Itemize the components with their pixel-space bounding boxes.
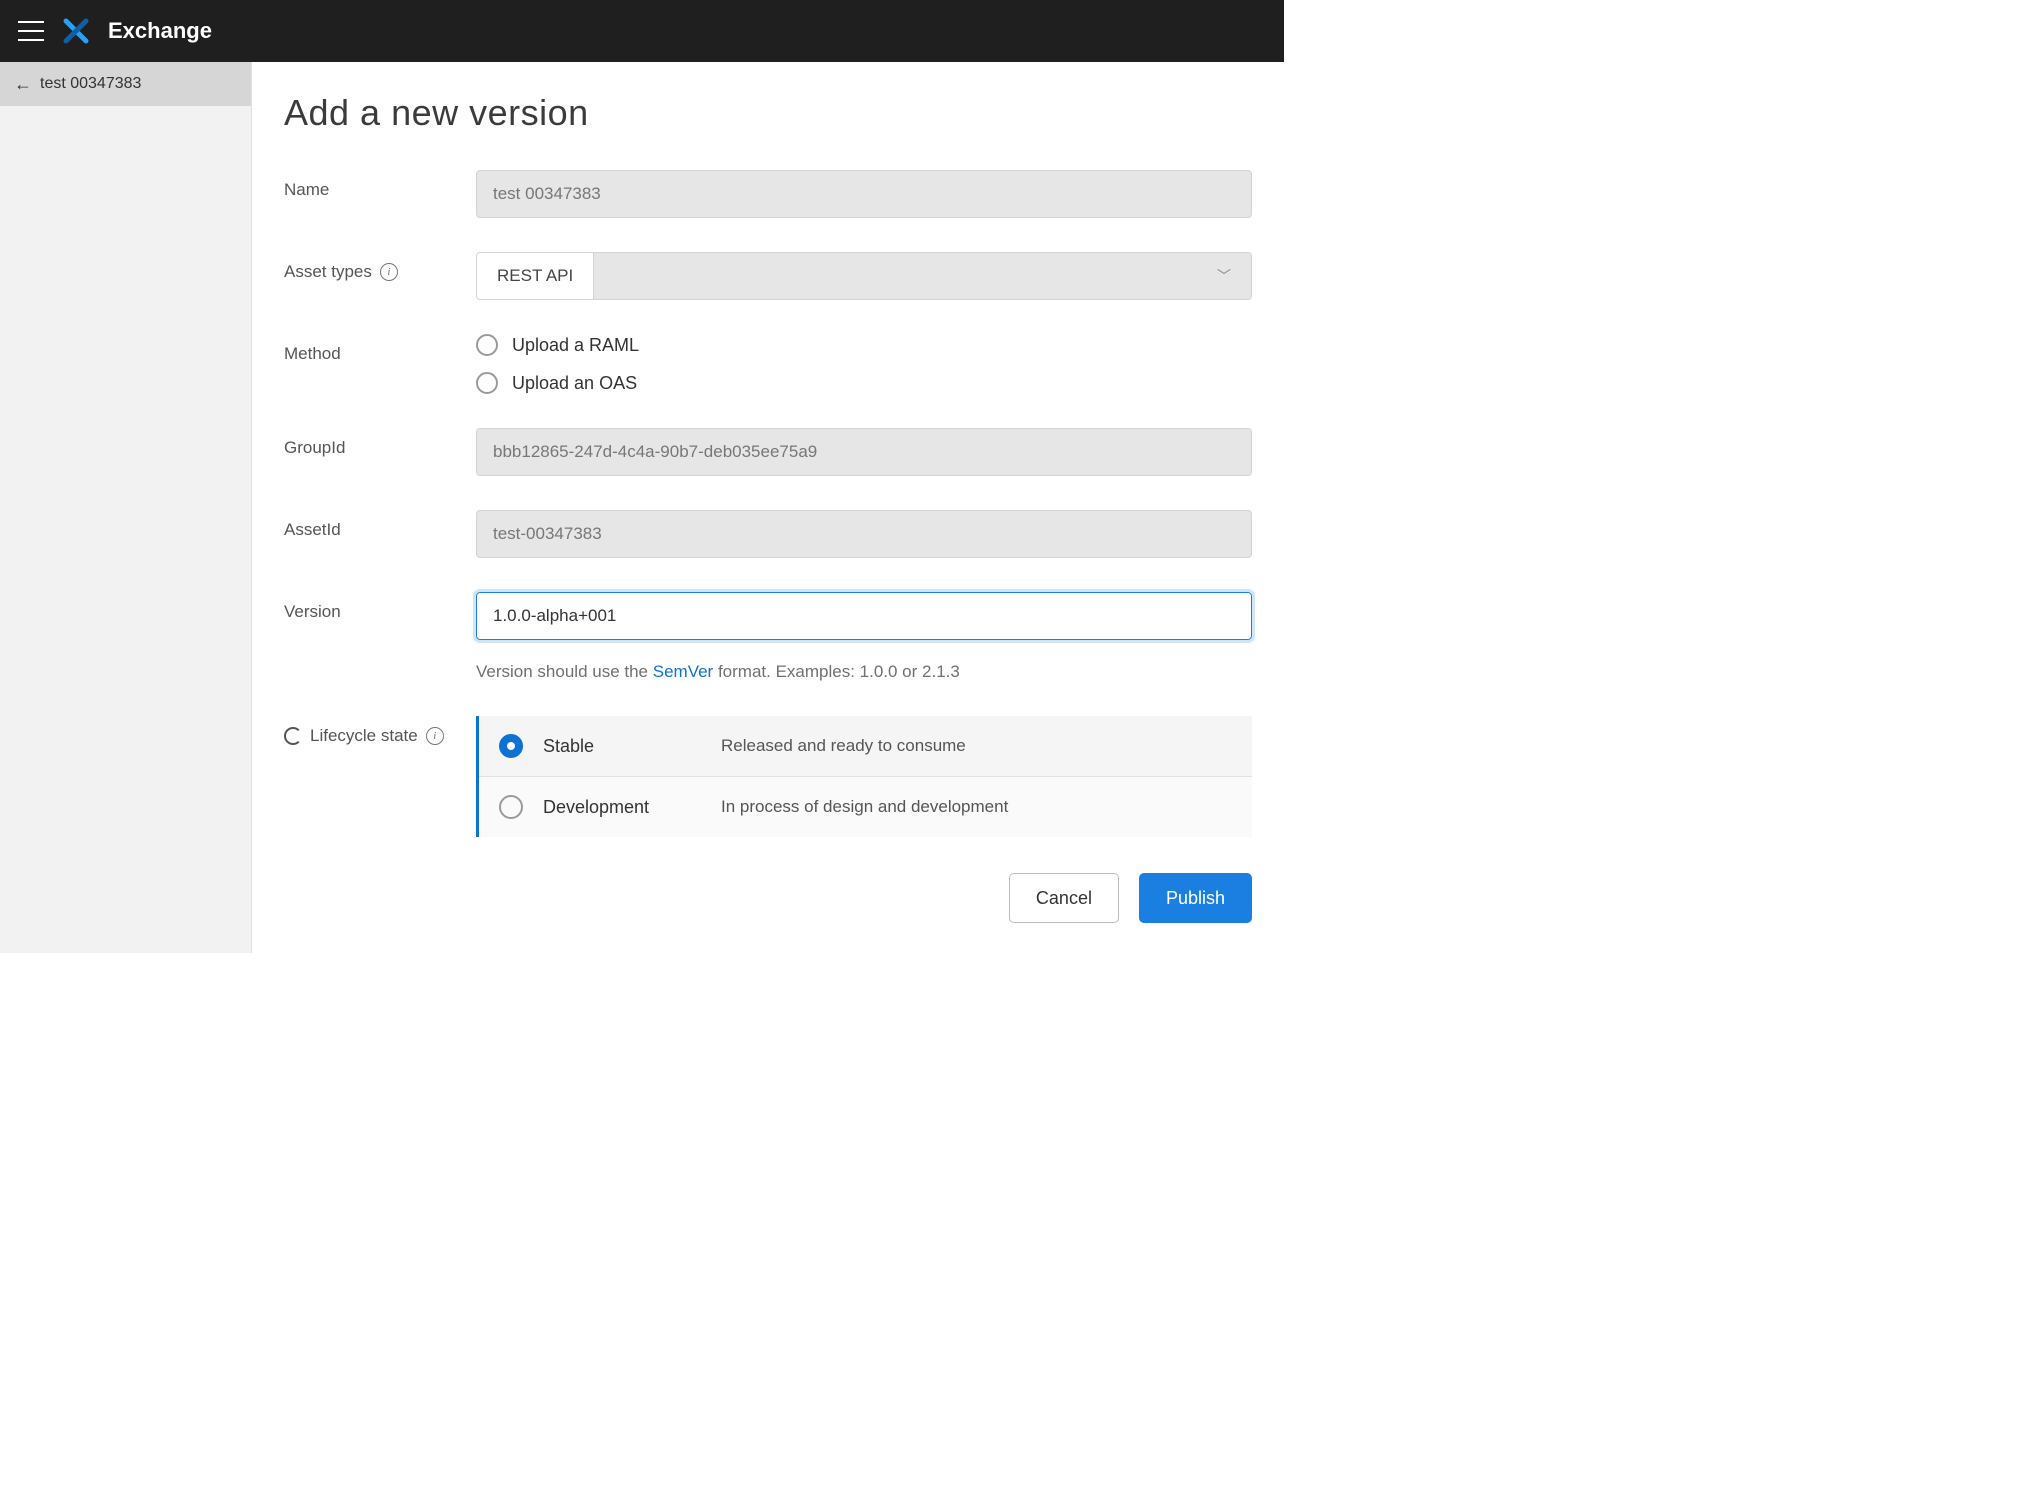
lifecycle-stable[interactable]: Stable Released and ready to consume xyxy=(479,716,1252,777)
hint-text: Version should use the xyxy=(476,662,653,681)
main-content: Add a new version Name Asset types i RES… xyxy=(252,62,1284,953)
info-icon[interactable]: i xyxy=(380,263,398,281)
label-asset-types: Asset types i xyxy=(284,252,476,282)
semver-link[interactable]: SemVer xyxy=(653,662,713,681)
method-upload-oas[interactable]: Upload an OAS xyxy=(476,372,1252,394)
label-version: Version xyxy=(284,592,476,622)
lifecycle-label-text: Lifecycle state xyxy=(310,726,418,746)
radio-icon xyxy=(499,795,523,819)
label-assetid: AssetId xyxy=(284,510,476,540)
chevron-down-icon: ﹀ xyxy=(1197,266,1251,286)
radio-icon xyxy=(476,334,498,356)
top-bar: Exchange xyxy=(0,0,1284,62)
label-lifecycle: Lifecycle state i xyxy=(284,716,476,746)
groupid-input xyxy=(476,428,1252,476)
asset-types-label-text: Asset types xyxy=(284,262,372,282)
radio-checked-icon xyxy=(499,734,523,758)
assetid-input xyxy=(476,510,1252,558)
breadcrumb-label: test 00347383 xyxy=(40,75,141,93)
state-name: Stable xyxy=(543,736,701,757)
label-method: Method xyxy=(284,334,476,364)
lifecycle-development[interactable]: Development In process of design and dev… xyxy=(479,777,1252,837)
asset-types-selected: REST API xyxy=(477,253,594,299)
menu-icon[interactable] xyxy=(18,21,44,41)
label-groupid: GroupId xyxy=(284,428,476,458)
lifecycle-table: Stable Released and ready to consume Dev… xyxy=(476,716,1252,837)
state-desc: In process of design and development xyxy=(721,797,1008,817)
app-logo xyxy=(62,17,90,45)
cancel-button[interactable]: Cancel xyxy=(1009,873,1119,923)
version-input[interactable] xyxy=(476,592,1252,640)
name-input xyxy=(476,170,1252,218)
radio-icon xyxy=(476,372,498,394)
version-hint: Version should use the SemVer format. Ex… xyxy=(476,662,1252,682)
back-breadcrumb[interactable]: ← test 00347383 xyxy=(0,62,251,106)
page-title: Add a new version xyxy=(284,92,1252,134)
asset-types-select[interactable]: REST API ﹀ xyxy=(476,252,1252,300)
label-name: Name xyxy=(284,170,476,200)
state-name: Development xyxy=(543,797,701,818)
method-option-label: Upload an OAS xyxy=(512,373,637,394)
state-desc: Released and ready to consume xyxy=(721,736,966,756)
form-footer: Cancel Publish xyxy=(284,873,1252,923)
sidebar: ← test 00347383 xyxy=(0,62,252,953)
arrow-left-icon: ← xyxy=(14,74,32,95)
method-option-label: Upload a RAML xyxy=(512,335,639,356)
app-title: Exchange xyxy=(108,18,212,44)
publish-button[interactable]: Publish xyxy=(1139,873,1252,923)
info-icon[interactable]: i xyxy=(426,727,444,745)
cycle-icon xyxy=(284,727,302,745)
method-upload-raml[interactable]: Upload a RAML xyxy=(476,334,1252,356)
hint-text: format. Examples: 1.0.0 or 2.1.3 xyxy=(713,662,960,681)
